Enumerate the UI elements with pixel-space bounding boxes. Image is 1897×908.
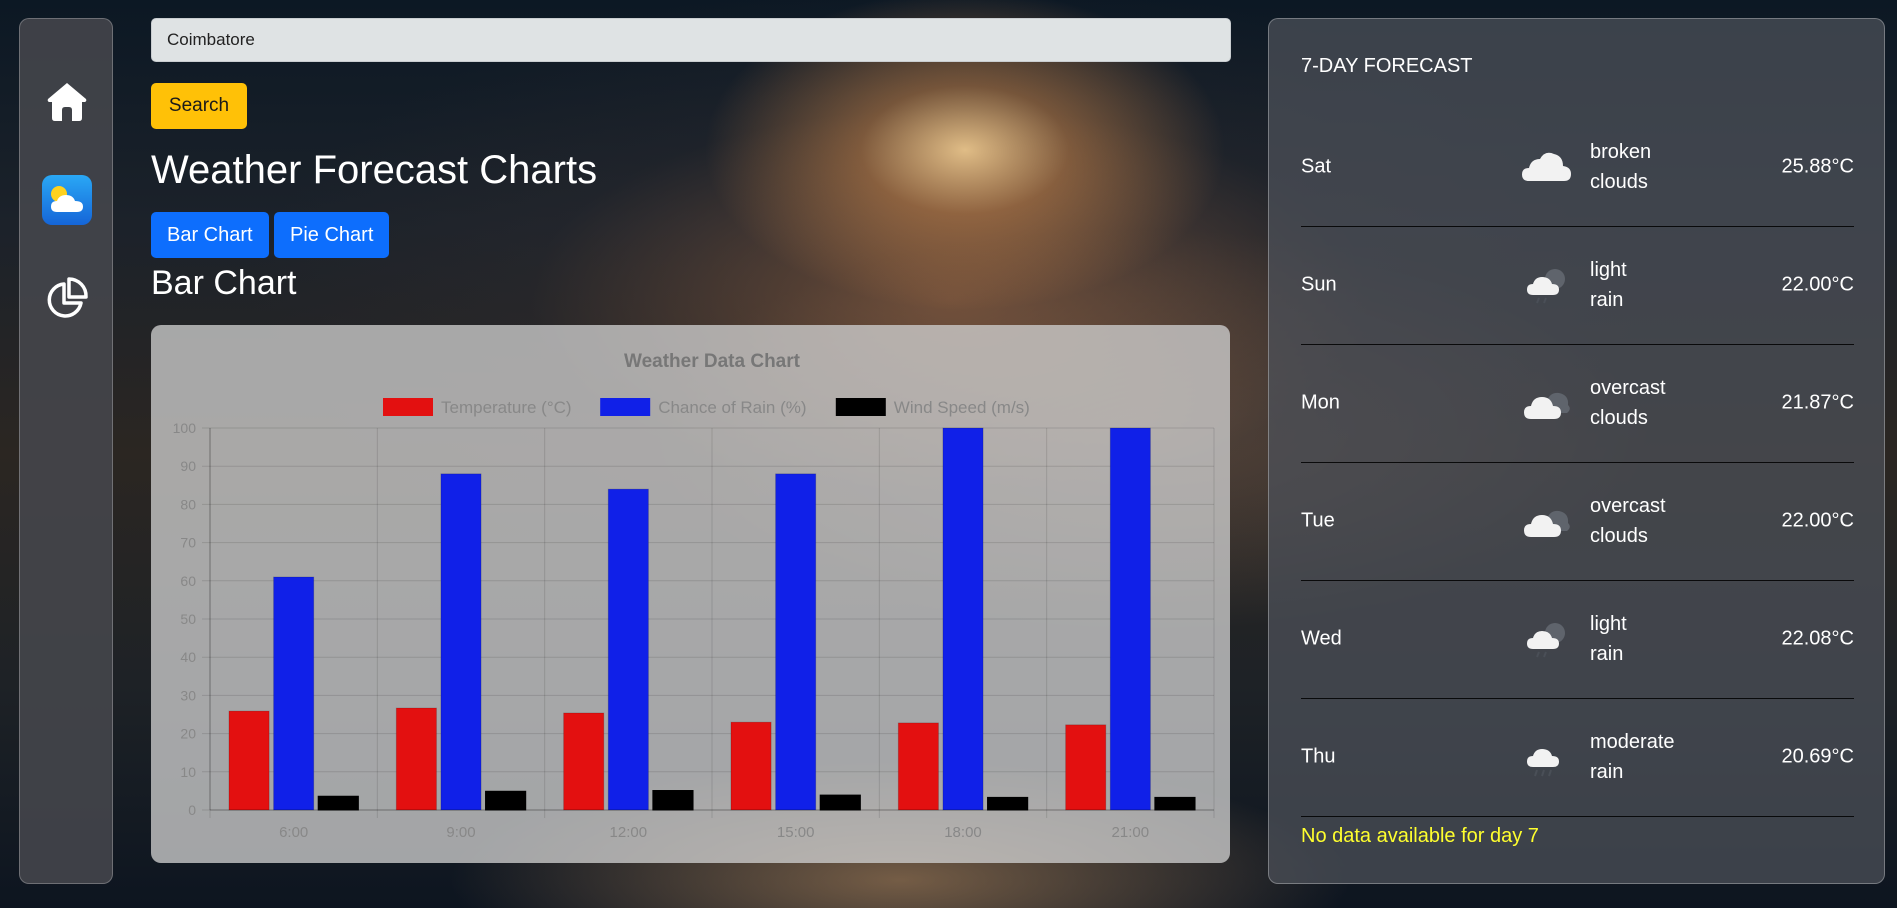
y-tick-label: 90: [180, 458, 196, 474]
forecast-temp: 20.69°C: [1781, 745, 1855, 768]
legend-label: Chance of Rain (%): [658, 398, 806, 417]
x-tick-label: 18:00: [944, 824, 982, 841]
forecast-title: 7-DAY FORECAST: [1301, 55, 1473, 77]
forecast-description: light rain: [1590, 255, 1700, 315]
forecast-description: overcast clouds: [1590, 373, 1700, 433]
forecast-temp: 22.08°C: [1781, 627, 1855, 650]
bar: [395, 707, 437, 811]
bar: [273, 576, 315, 811]
chart-title: Weather Data Chart: [624, 351, 801, 372]
forecast-desc-line2: clouds: [1590, 407, 1648, 429]
weather-app-icon[interactable]: [42, 175, 92, 225]
y-tick-label: 0: [188, 802, 196, 818]
forecast-desc-line1: light: [1590, 613, 1627, 635]
forecast-temp: 22.00°C: [1781, 509, 1855, 532]
forecast-temp: 22.00°C: [1781, 273, 1855, 296]
forecast-day: Wed: [1301, 627, 1342, 650]
forecast-desc-line1: overcast: [1590, 495, 1666, 517]
forecast-desc-line2: rain: [1590, 289, 1624, 311]
search-button[interactable]: Search: [151, 83, 247, 129]
y-tick-label: 40: [180, 649, 196, 665]
forecast-description: light rain: [1590, 609, 1700, 669]
forecast-description: broken clouds: [1590, 137, 1700, 197]
bar: [563, 712, 605, 811]
bar: [1109, 427, 1151, 811]
forecast-temp: 21.87°C: [1781, 391, 1855, 414]
page-title: Weather Forecast Charts: [151, 148, 598, 192]
forecast-panel: 7-DAY FORECAST Sat broken clouds 25.88°C …: [1268, 18, 1885, 884]
bar: [819, 794, 861, 811]
legend-swatch: [600, 398, 651, 416]
forecast-row: Thu moderate rain 20.69°C: [1301, 698, 1854, 817]
bar: [730, 721, 772, 811]
forecast-description: overcast clouds: [1590, 491, 1700, 551]
bar: [942, 427, 984, 811]
forecast-day: Thu: [1301, 745, 1336, 768]
y-tick-label: 30: [180, 687, 196, 703]
y-tick-label: 60: [180, 573, 196, 589]
bar: [1065, 724, 1107, 811]
bar-chart-button[interactable]: Bar Chart: [151, 212, 269, 258]
x-tick-label: 15:00: [777, 824, 815, 841]
forecast-row: Mon overcast clouds 21.87°C: [1301, 344, 1854, 463]
pie-chart-icon[interactable]: [42, 274, 92, 324]
x-tick-label: 21:00: [1112, 824, 1150, 841]
y-tick-label: 50: [180, 611, 196, 627]
forecast-row: Wed light rain 22.08°C: [1301, 580, 1854, 699]
bar: [897, 722, 939, 811]
forecast-desc-line2: clouds: [1590, 525, 1648, 547]
weather-bar-chart: Weather Data Chart Temperature (°C) Chance…: [173, 351, 1215, 841]
light-rain-icon: [1519, 617, 1575, 661]
legend-swatch: [383, 398, 433, 416]
x-tick-label: 6:00: [279, 824, 308, 841]
bar: [652, 790, 694, 811]
forecast-day: Sat: [1301, 155, 1332, 178]
forecast-desc-line1: overcast: [1590, 377, 1666, 399]
bar: [485, 790, 527, 811]
moderate-rain-icon: [1519, 735, 1575, 779]
legend-swatch: [835, 398, 886, 416]
sidebar: [19, 18, 113, 884]
bar: [987, 796, 1029, 811]
forecast-desc-line1: broken: [1590, 141, 1652, 163]
forecast-desc-line2: rain: [1590, 761, 1624, 783]
legend-label: Wind Speed (m/s): [894, 398, 1030, 417]
y-tick-label: 80: [180, 496, 196, 512]
x-tick-label: 12:00: [610, 824, 648, 841]
forecast-row: Tue overcast clouds 22.00°C: [1301, 462, 1854, 581]
forecast-row: Sun light rain 22.00°C: [1301, 226, 1854, 345]
city-search-input[interactable]: [151, 18, 1231, 62]
section-title: Bar Chart: [151, 264, 297, 302]
bar: [440, 473, 482, 811]
forecast-description: moderate rain: [1590, 727, 1700, 787]
forecast-desc-line1: light: [1590, 259, 1627, 281]
y-tick-label: 70: [180, 535, 196, 551]
home-icon[interactable]: [42, 76, 92, 126]
x-tick-label: 9:00: [446, 824, 475, 841]
overcast-clouds-icon: [1519, 499, 1575, 543]
bar: [228, 710, 270, 811]
y-tick-label: 100: [173, 420, 197, 436]
y-tick-label: 20: [180, 726, 196, 742]
overcast-clouds-icon: [1519, 381, 1575, 425]
forecast-temp: 25.88°C: [1781, 155, 1855, 178]
bar: [775, 473, 817, 811]
pie-chart-button[interactable]: Pie Chart: [274, 212, 390, 258]
bar: [317, 795, 359, 811]
forecast-day: Sun: [1301, 273, 1337, 296]
broken-clouds-icon: [1519, 145, 1575, 189]
light-rain-icon: [1519, 263, 1575, 307]
forecast-desc-line2: rain: [1590, 643, 1624, 665]
no-data-note: No data available for day 7: [1301, 825, 1539, 847]
forecast-row: Sat broken clouds 25.88°C: [1301, 108, 1854, 227]
y-tick-label: 10: [180, 764, 196, 780]
chart-card: Weather Data Chart Temperature (°C) Chance…: [151, 325, 1230, 863]
legend-label: Temperature (°C): [441, 398, 572, 417]
forecast-day: Tue: [1301, 509, 1335, 532]
bar: [1154, 796, 1196, 811]
forecast-desc-line1: moderate: [1590, 731, 1675, 753]
bar: [607, 488, 649, 811]
forecast-desc-line2: clouds: [1590, 171, 1648, 193]
forecast-day: Mon: [1301, 391, 1340, 414]
